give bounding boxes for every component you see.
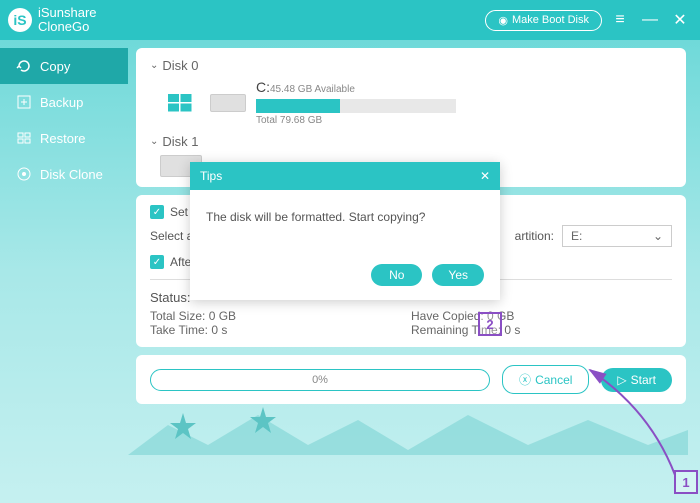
progress-text: 0% — [312, 374, 328, 386]
disk0-row[interactable]: C:45.48 GB Available Total 79.68 GB — [160, 79, 672, 126]
status-remaining: Remaining Time: 0 s — [411, 323, 672, 337]
brand-line1: iSunshare — [38, 6, 97, 20]
brand-text: iSunshare CloneGo — [38, 6, 97, 35]
disk0-header[interactable]: ⌄ Disk 0 — [150, 58, 672, 73]
bottom-bar: 0% ⓧ Cancel ▷ Start — [136, 355, 686, 404]
backup-icon — [16, 94, 32, 110]
nav-copy[interactable]: Copy — [0, 48, 128, 84]
disk1-label: Disk 1 — [162, 134, 198, 149]
checkbox-icon: ✓ — [150, 255, 164, 269]
nav-disk-clone[interactable]: Disk Clone — [0, 156, 128, 192]
sidebar: Copy Backup Restore Disk Clone — [0, 40, 128, 503]
boot-disk-label: Make Boot Disk — [512, 14, 589, 26]
disk0-total: Total 79.68 GB — [256, 115, 672, 126]
make-boot-disk-button[interactable]: ◉ Make Boot Disk — [485, 10, 602, 31]
nav-restore-label: Restore — [40, 131, 86, 146]
windows-icon — [160, 87, 200, 119]
status-take-time: Take Time: 0 s — [150, 323, 411, 337]
select-label: Select a new drive letter for boot parti… — [150, 229, 192, 243]
dialog-close-icon[interactable]: ✕ — [480, 169, 490, 183]
partition-label-stub: artition: — [515, 229, 554, 243]
disc-icon: ◉ — [498, 14, 508, 27]
nav-copy-label: Copy — [40, 59, 70, 74]
status-total-size: Total Size: 0 GB — [150, 309, 411, 323]
restore-icon — [16, 130, 32, 146]
disk1-header[interactable]: ⌄ Disk 1 — [150, 134, 672, 149]
nav-disk-clone-label: Disk Clone — [40, 167, 103, 182]
start-label: Start — [631, 373, 656, 387]
logo-icon: iS — [8, 8, 32, 32]
close-icon[interactable]: ✕ — [668, 8, 692, 32]
chevron-down-icon: ⌄ — [150, 60, 158, 71]
cancel-icon: ⓧ — [519, 371, 531, 388]
no-button[interactable]: No — [371, 264, 422, 286]
menu-icon[interactable]: ≡ — [608, 8, 632, 32]
cancel-button[interactable]: ⓧ Cancel — [502, 365, 589, 394]
tips-dialog: Tips ✕ The disk will be formatted. Start… — [190, 162, 500, 300]
nav-backup-label: Backup — [40, 95, 83, 110]
tips-title: Tips — [200, 169, 222, 183]
drive-icon — [210, 94, 246, 112]
chevron-down-icon: ⌄ — [150, 136, 158, 147]
play-icon: ▷ — [617, 373, 626, 387]
drive-letter-select[interactable]: E: ⌄ — [562, 225, 672, 247]
start-button[interactable]: ▷ Start — [601, 368, 672, 392]
chevron-down-icon: ⌄ — [653, 229, 663, 243]
disk0-title: C:45.48 GB Available — [256, 79, 672, 95]
disk-clone-icon — [16, 166, 32, 182]
disk0-usage-bar — [256, 99, 456, 113]
title-bar: iS iSunshare CloneGo ◉ Make Boot Disk ≡ … — [0, 0, 700, 40]
copy-icon — [16, 58, 32, 74]
brand-line2: CloneGo — [38, 20, 97, 34]
logo: iS iSunshare CloneGo — [8, 6, 97, 35]
nav-restore[interactable]: Restore — [0, 120, 128, 156]
tips-titlebar: Tips ✕ — [190, 162, 500, 190]
minimize-icon[interactable]: — — [638, 8, 662, 32]
cancel-label: Cancel — [535, 373, 572, 387]
status-have-copied: Have Copied: 0 GB — [411, 309, 672, 323]
tips-message: The disk will be formatted. Start copyin… — [206, 210, 484, 224]
disk0-label: Disk 0 — [162, 58, 198, 73]
checkbox-icon: ✓ — [150, 205, 164, 219]
yes-button[interactable]: Yes — [432, 264, 484, 286]
drive-letter-value: E: — [571, 229, 582, 243]
progress-bar: 0% — [150, 369, 490, 391]
nav-backup[interactable]: Backup — [0, 84, 128, 120]
